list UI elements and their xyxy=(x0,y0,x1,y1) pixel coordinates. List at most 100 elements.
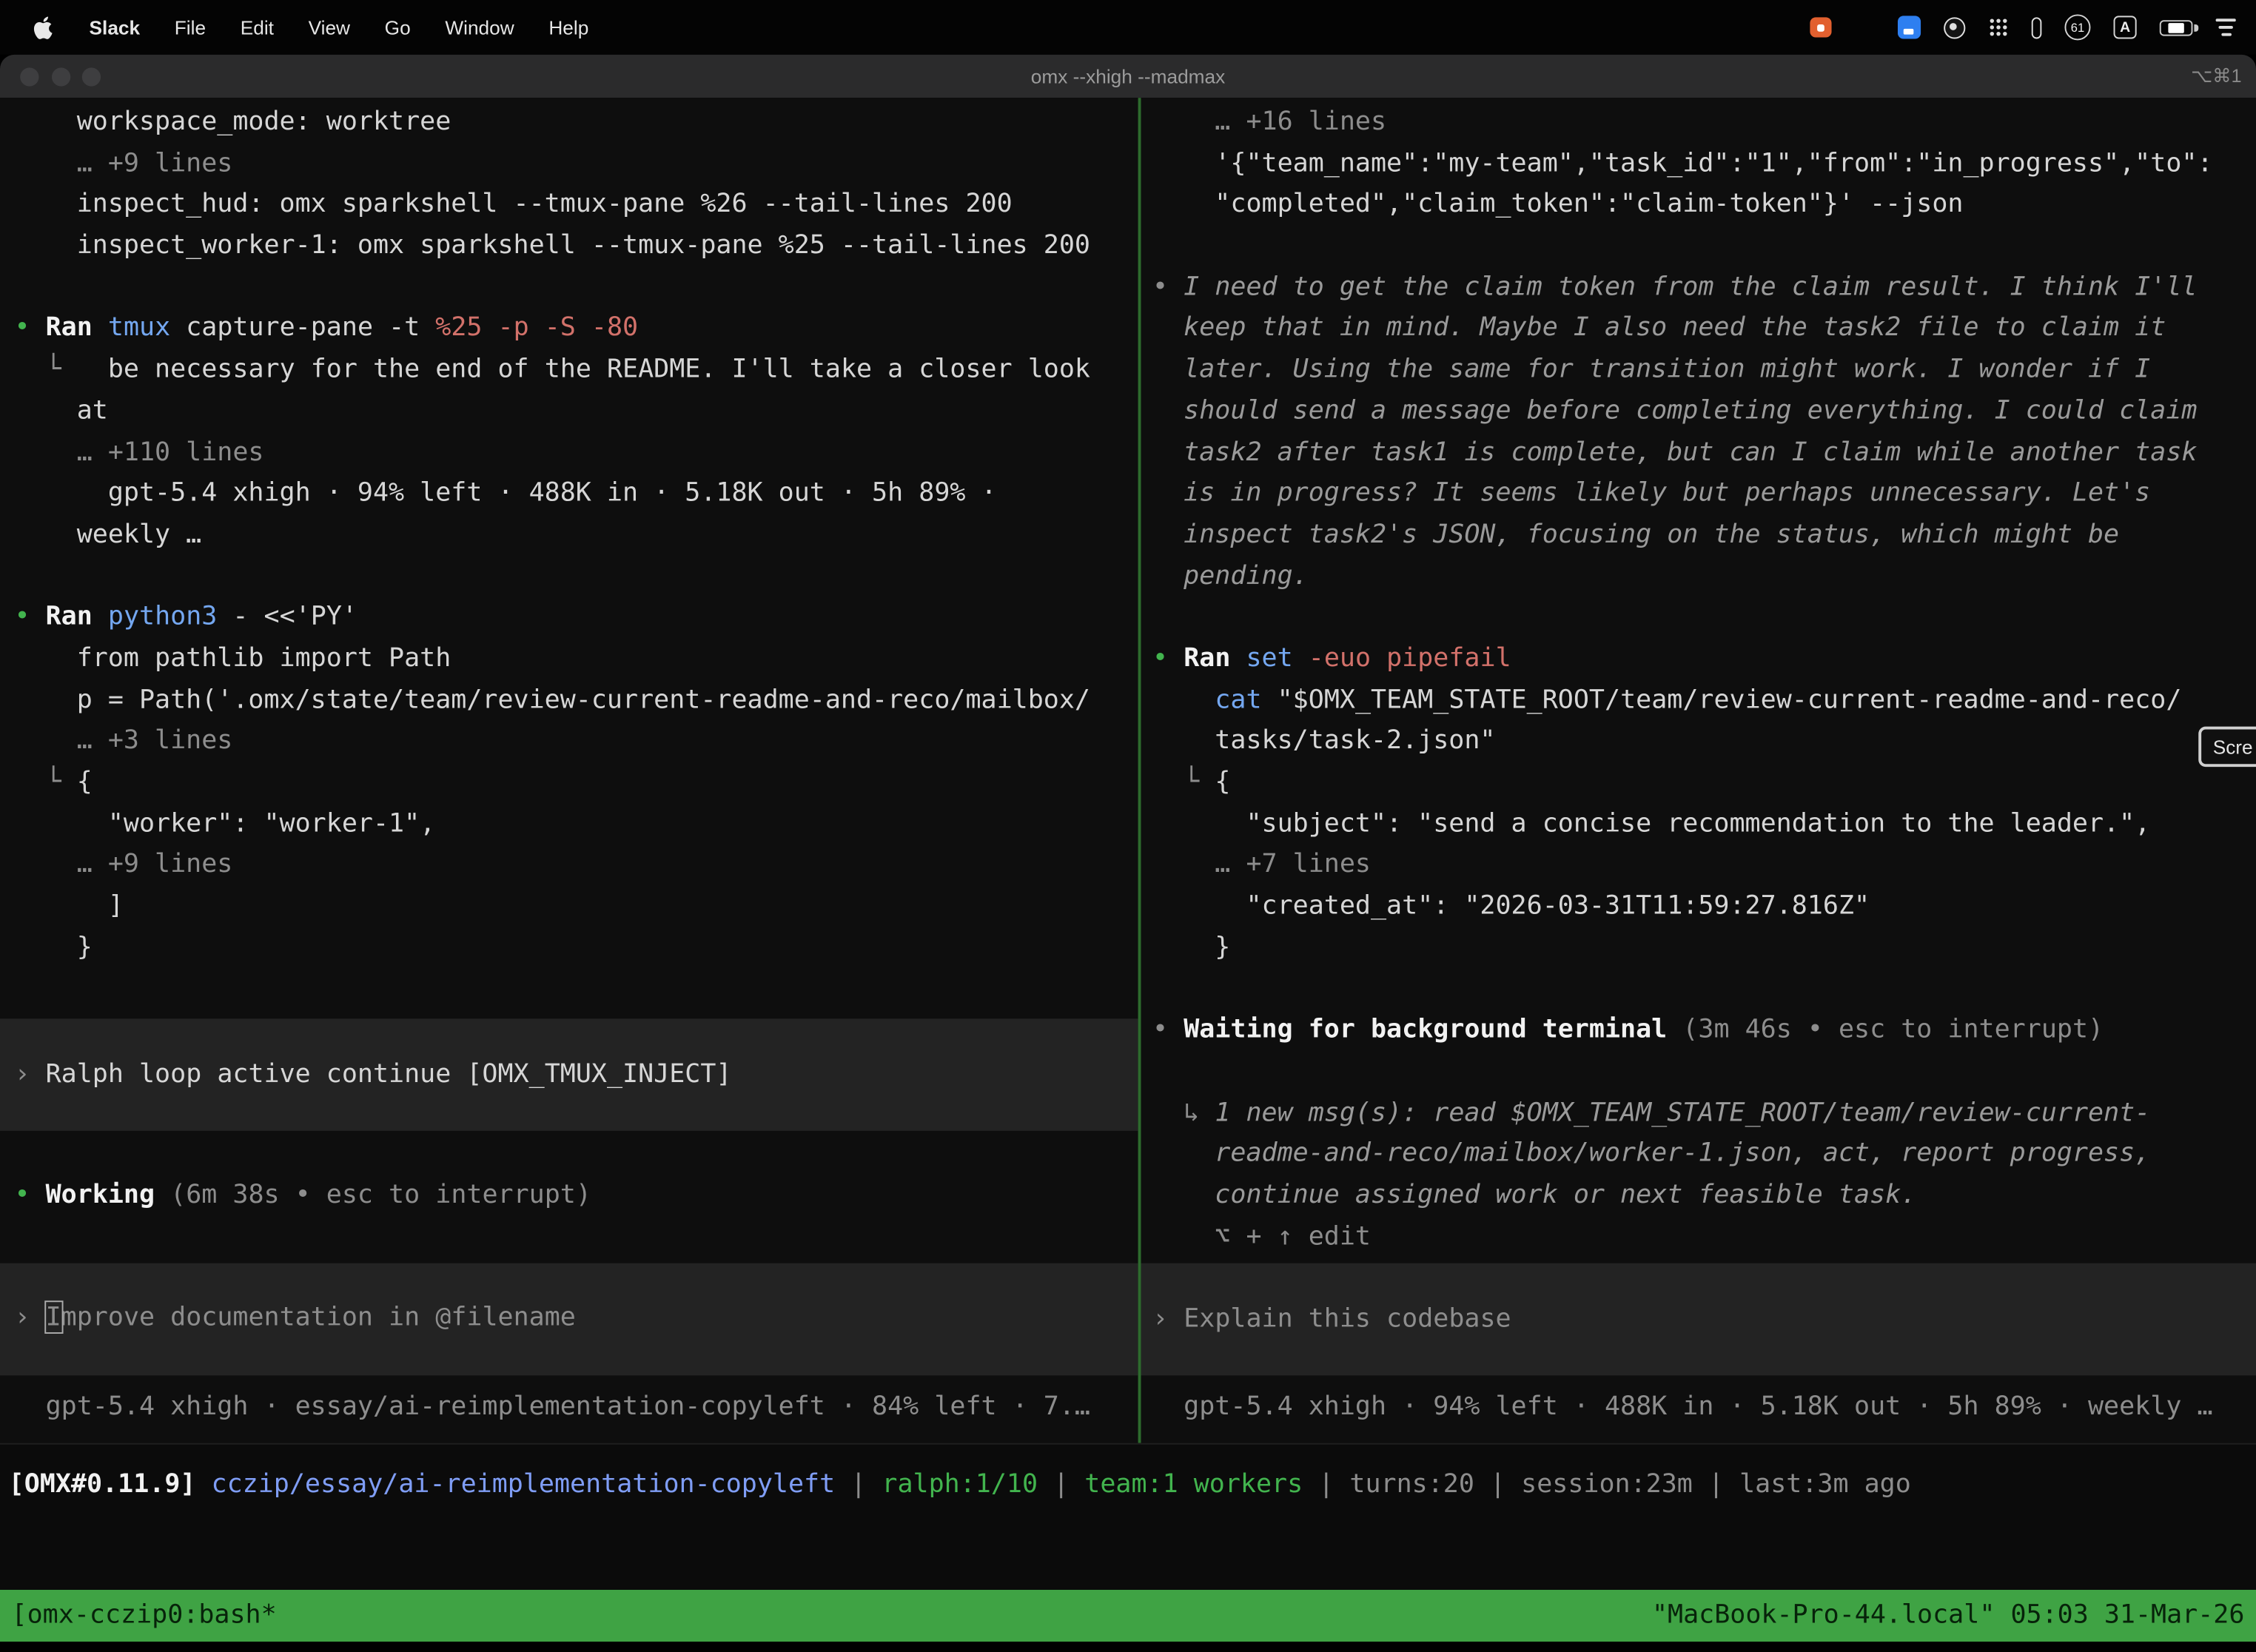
text-segment: %25 -p -S -80 xyxy=(435,313,638,343)
terminal-line: inspect_hud: omx sparkshell --tmux-pane … xyxy=(14,185,1138,226)
text-segment: - <<'PY' xyxy=(232,602,357,632)
text-segment: … +9 lines xyxy=(14,850,232,880)
battery-icon[interactable] xyxy=(2160,19,2193,35)
text-segment: capture-pane -t xyxy=(186,313,435,343)
text-segment: 1 new msg(s): read $OMX_TEAM_STATE_ROOT/… xyxy=(1215,1097,2150,1127)
text-segment: pending. xyxy=(1152,560,1309,591)
right-terminal-pane[interactable]: … +16 lines '{"team_name":"my-team","tas… xyxy=(1141,98,2256,1443)
text-segment: └ xyxy=(14,767,76,797)
terminal-line: … +3 lines xyxy=(14,721,1138,762)
text-segment: [OMX#0.11.9] xyxy=(9,1469,212,1500)
apple-menu[interactable] xyxy=(32,15,53,39)
terminal-line: "worker": "worker-1", xyxy=(14,804,1138,845)
prompt-input[interactable]: › Explain this codebase xyxy=(1141,1263,2256,1375)
terminal-line: at xyxy=(14,391,1138,432)
text-segment: • xyxy=(14,313,45,343)
text-segment xyxy=(1152,685,1215,715)
text-segment: "subject": "send a concise recommendatio… xyxy=(1152,808,2150,839)
terminal-line xyxy=(14,267,1138,309)
terminal-line: ] xyxy=(14,887,1138,928)
text-segment: Waiting for background terminal xyxy=(1184,1015,1682,1045)
menu-bar: Slack File Edit View Go Window Help xyxy=(0,0,2256,55)
close-button[interactable] xyxy=(20,67,38,85)
menu-view[interactable]: View xyxy=(291,16,367,38)
text-segment: | xyxy=(1038,1469,1084,1500)
swirl-app-icon[interactable] xyxy=(1944,16,1965,38)
text-segment: … +110 lines xyxy=(14,437,263,467)
omx-status-bar: [OMX#0.11.9] cczip/essay/ai-reimplementa… xyxy=(0,1443,2256,1590)
text-segment: gpt-5.4 xhigh · 94% left · 488K in · 5.1… xyxy=(14,478,996,508)
desktop: Slack File Edit View Go Window Help xyxy=(0,0,2256,1652)
dots-grid-icon[interactable] xyxy=(1988,17,2008,37)
battery-fill xyxy=(2168,22,2184,33)
left-terminal-pane[interactable]: workspace_mode: worktree … +9 lines insp… xyxy=(0,98,1138,1443)
text-segment: (3m 46s • esc to interrupt) xyxy=(1682,1015,2104,1045)
text-segment: └ xyxy=(14,354,107,384)
recording-indicator-icon[interactable] xyxy=(1810,17,1831,37)
terminal-line: inspect task2's JSON, focusing on the st… xyxy=(1152,515,2256,557)
wifi-icon[interactable] xyxy=(2216,19,2236,36)
traffic-lights xyxy=(20,67,101,85)
text-segment: ↳ xyxy=(1152,1097,1215,1127)
terminal-line: keep that in mind. Maybe I also need the… xyxy=(1152,309,2256,350)
text-segment: • xyxy=(14,1180,45,1210)
terminal-line: • Ran set -euo pipefail xyxy=(1152,639,2256,680)
input-source-icon[interactable]: A xyxy=(2114,16,2137,38)
blue-app-icon[interactable] xyxy=(1898,16,1921,38)
zoom-button[interactable] xyxy=(82,67,101,85)
text-segment: task2 after task1 is complete, but can I… xyxy=(1152,437,2197,467)
tmux-status-bar: [omx-cczip0:bash* "MacBook-Pro-44.local"… xyxy=(0,1590,2256,1642)
terminal-line xyxy=(1152,597,2256,639)
terminal-line: … +16 lines xyxy=(1152,102,2256,144)
terminal-line xyxy=(14,556,1138,597)
terminal-line: task2 after task1 is complete, but can I… xyxy=(1152,432,2256,474)
minimize-button[interactable] xyxy=(51,67,70,85)
terminal-line: pending. xyxy=(1152,556,2256,597)
window-title: omx --xhigh --madmax xyxy=(1031,65,1225,87)
grid-icon[interactable] xyxy=(1855,17,1875,37)
text-segment: ⌥ + ↑ edit xyxy=(1152,1221,1371,1252)
text-segment: weekly … xyxy=(14,519,201,549)
menu-edit[interactable]: Edit xyxy=(223,16,291,38)
text-segment: "created_at": "2026-03-31T11:59:27.816Z" xyxy=(1152,890,1870,921)
text-segment: } xyxy=(1152,932,1230,962)
terminal-line xyxy=(1152,969,2256,1010)
text-segment: is in progress? It seems likely but perh… xyxy=(1152,478,2150,508)
menu-help[interactable]: Help xyxy=(531,16,606,38)
text-segment: from pathlib import Path xyxy=(14,643,451,674)
text-segment: turns:20 xyxy=(1349,1469,1474,1500)
battery-percent-badge[interactable]: 61 xyxy=(2064,14,2090,40)
terminal-line: └ be necessary for the end of the README… xyxy=(14,350,1138,392)
text-segment: should send a message before completing … xyxy=(1152,395,2197,426)
text-cursor: I xyxy=(46,1303,61,1333)
terminal-line: cat "$OMX_TEAM_STATE_ROOT/team/review-cu… xyxy=(1152,680,2256,722)
active-app-menu[interactable]: Slack xyxy=(72,16,157,38)
text-segment: python3 xyxy=(108,602,233,632)
text-segment: › xyxy=(14,1303,45,1333)
menu-file[interactable]: File xyxy=(157,16,223,38)
spacer xyxy=(14,1217,1138,1263)
tmux-session-window: [omx-cczip0:bash* xyxy=(12,1590,277,1642)
pill-icon[interactable] xyxy=(2032,16,2042,38)
text-segment: Explain this codebase xyxy=(1184,1303,1511,1334)
terminal-line: └ { xyxy=(1152,762,2256,804)
text-segment: inspect_worker-1: omx sparkshell --tmux-… xyxy=(14,230,1090,261)
prompt-input[interactable]: › Improve documentation in @filename xyxy=(0,1263,1138,1374)
menu-go[interactable]: Go xyxy=(367,16,428,38)
text-segment: Working xyxy=(46,1180,171,1210)
text-segment: | xyxy=(1303,1469,1349,1500)
terminal-line: • Working (6m 38s • esc to interrupt) xyxy=(14,1175,1138,1217)
terminal-line xyxy=(1152,226,2256,267)
text-segment: • xyxy=(1152,643,1184,674)
terminal-line: } xyxy=(14,927,1138,969)
tmux-host-clock: "MacBook-Pro-44.local" 05:03 31-Mar-26 xyxy=(1652,1590,2245,1642)
text-segment: └ xyxy=(1152,767,1215,797)
terminal-line: inspect_worker-1: omx sparkshell --tmux-… xyxy=(14,226,1138,267)
terminal-line: from pathlib import Path xyxy=(14,639,1138,680)
terminal-line: ↳ 1 new msg(s): read $OMX_TEAM_STATE_ROO… xyxy=(1152,1092,2256,1134)
text-segment: { xyxy=(77,767,93,797)
window-shortcut-hint: ⌥⌘1 xyxy=(2191,64,2241,87)
text-segment: Ralph loop active continue [OMX_TMUX_INJ… xyxy=(46,1059,732,1089)
menu-window[interactable]: Window xyxy=(428,16,531,38)
text-segment: … +9 lines xyxy=(14,148,232,178)
